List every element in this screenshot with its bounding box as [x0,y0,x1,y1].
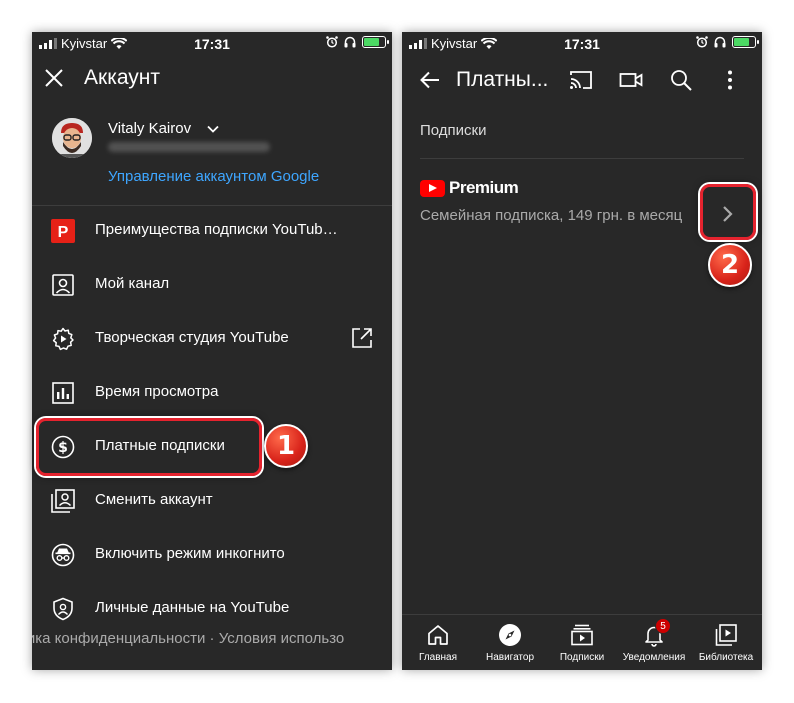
menu-label: Время просмотра [95,383,219,400]
alarm-icon [696,36,708,48]
nav-item-subscriptions[interactable]: Подписки [546,615,618,670]
status-bar: Kyivstar 17:31 [402,32,762,56]
youtube-premium-p-icon: P [51,219,75,243]
notification-count-badge: 5 [655,618,671,634]
divider [420,158,744,159]
account-header: Аккаунт [32,62,392,98]
headphones-icon [714,36,726,48]
menu-item-incognito[interactable]: Включить режим инкогнито [32,528,392,582]
subscription-description: Семейная подписка, 149 грн. в месяц [420,207,683,224]
avatar[interactable] [52,118,92,158]
profile-name[interactable]: Vitaly Kairov [108,120,191,137]
alarm-icon [326,36,338,48]
step-badge-2: 2 [708,243,752,287]
battery-icon [732,36,759,48]
menu-label: Мой канал [95,275,170,292]
cast-icon[interactable] [569,68,593,92]
menu-label: Сменить аккаунт [95,491,213,508]
close-icon[interactable] [42,66,66,90]
battery-icon [362,36,389,48]
back-arrow-icon[interactable] [418,68,442,92]
nav-item-explore[interactable]: Навигатор [474,615,546,670]
nav-item-notifications[interactable]: 5 Уведомления [618,615,690,670]
menu-label: Личные данные на YouTube [95,599,290,616]
section-title: Подписки [420,122,487,139]
paid-subscriptions-screen: Kyivstar 17:31 Платны... Подписки Premiu… [402,32,762,670]
menu-item-my-channel[interactable]: Мой канал [32,258,392,312]
subscriptions-header: Платны... [402,62,762,98]
switch-account-icon [51,489,75,513]
footer-text[interactable]: тика конфиденциальности · Условия исполь… [32,630,344,647]
manage-google-account-link[interactable]: Управление аккаунтом Google [108,168,319,185]
footer-links[interactable]: тика конфиденциальности · Условия исполь… [32,630,392,652]
avatar-image [52,118,92,158]
page-title: Платны... [456,68,549,91]
nav-label: Библиотека [698,652,754,663]
menu-item-switch-account[interactable]: Сменить аккаунт [32,474,392,528]
nav-item-library[interactable]: Библиотека [690,615,762,670]
highlight-paid-subscriptions [36,418,262,476]
menu-label: Преимущества подписки YouTub… [95,221,338,238]
youtube-premium-logo: Premium [420,178,519,198]
profile-email-blurred [108,142,270,152]
more-vertical-icon[interactable] [718,68,742,92]
bottom-navigation: Главная Навигатор Подписки 5 Уведомления… [402,614,762,670]
nav-label: Подписки [559,652,605,663]
bar-chart-icon [51,381,75,405]
studio-gear-icon [51,327,75,351]
incognito-icon [51,543,75,567]
compass-icon [499,624,521,646]
page-title: Аккаунт [84,66,161,89]
status-bar: Kyivstar 17:31 [32,32,392,56]
step-badge-1: 1 [264,424,308,468]
subscriptions-icon [571,624,593,646]
svg-text:P: P [58,224,69,241]
youtube-play-icon [420,179,445,197]
nav-label: Уведомления [622,652,686,663]
menu-item-personal-data[interactable]: Личные данные на YouTube [32,582,392,636]
headphones-icon [344,36,356,48]
person-icon [51,273,75,297]
highlight-subscription-details [700,184,756,240]
nav-item-home[interactable]: Главная [402,615,474,670]
camera-icon[interactable] [619,68,643,92]
shield-person-icon [51,597,75,621]
account-screen: Kyivstar 17:31 Аккаунт Vitaly Kairov Упр… [32,32,392,670]
menu-item-studio[interactable]: Творческая студия YouTube [32,312,392,366]
nav-label: Главная [418,652,458,663]
profile-section: Vitaly Kairov Управление аккаунтом Googl… [32,114,392,206]
external-link-icon[interactable] [351,327,373,349]
menu-label: Творческая студия YouTube [95,329,289,346]
menu-item-watch-time[interactable]: Время просмотра [32,366,392,420]
chevron-down-icon[interactable] [206,122,220,136]
nav-label: Навигатор [485,652,535,663]
library-icon [715,624,737,646]
menu-item-premium-benefits[interactable]: P Преимущества подписки YouTub… [32,204,392,258]
home-icon [428,625,448,645]
search-icon[interactable] [669,68,693,92]
premium-brand: Premium [449,178,519,197]
menu-label: Включить режим инкогнито [95,545,285,562]
